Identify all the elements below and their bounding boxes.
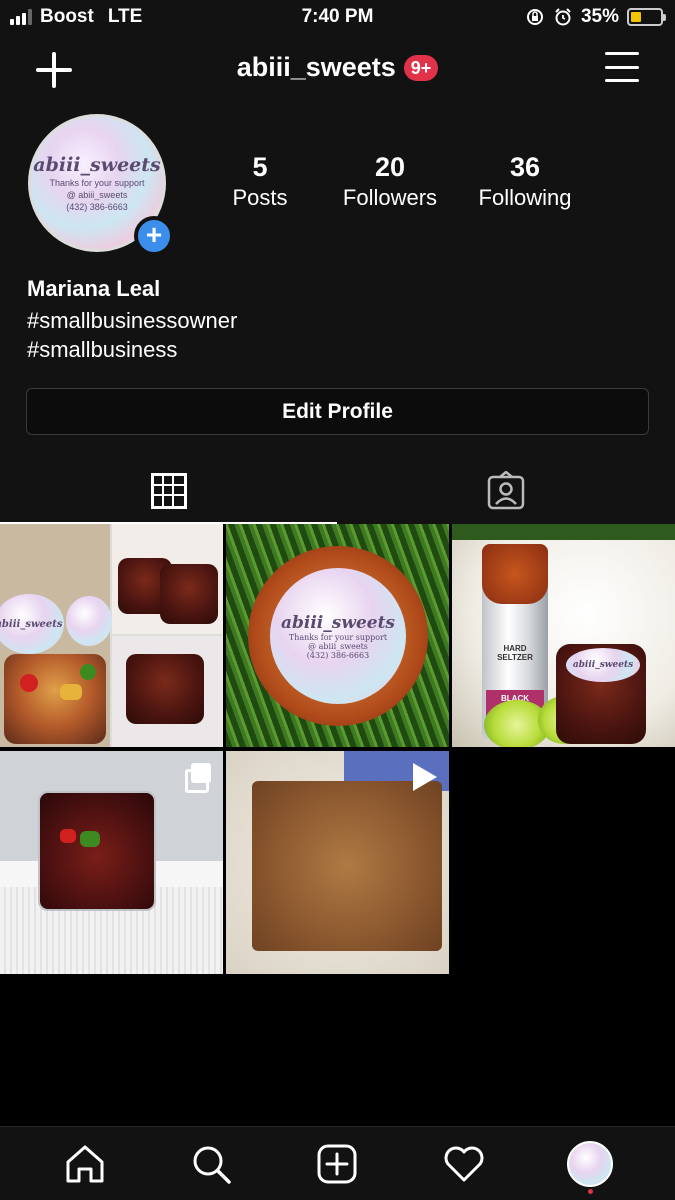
- tagged-person-icon: [487, 471, 524, 510]
- avatar-line: Thanks for your support: [49, 178, 145, 188]
- stat-following[interactable]: 36 Following: [470, 152, 580, 211]
- stat-label: Posts: [232, 185, 288, 210]
- activity-heart-icon: [444, 1146, 484, 1181]
- sticker-line: @ abiii_sweets: [308, 641, 368, 651]
- grid-icon: [150, 473, 187, 509]
- post-thumbnail[interactable]: abiii_sweets: [0, 524, 223, 747]
- bottom-navigation: [0, 1126, 675, 1200]
- battery-percent: 35%: [580, 6, 619, 27]
- add-story-plus-icon[interactable]: +: [134, 216, 174, 256]
- post-thumbnail[interactable]: abiii_sweets Thanks for your support @ a…: [226, 524, 449, 747]
- orientation-lock-icon: [526, 9, 543, 25]
- post-thumbnail[interactable]: HARD SELTZER BLACK CHERRY abiii_sweets: [452, 524, 675, 747]
- stat-posts[interactable]: 5 Posts: [205, 152, 315, 211]
- status-right: 35%: [525, 6, 666, 28]
- profile-avatar-wrap[interactable]: abiii_sweets Thanks for your support @ a…: [28, 114, 174, 256]
- search-icon: [193, 1146, 232, 1184]
- post-thumbnail[interactable]: [0, 751, 223, 974]
- notification-badge: 9+: [403, 54, 439, 81]
- posts-grid: abiii_sweets abiii_sweets Thanks for you…: [0, 524, 675, 974]
- username-title: abiii_sweets: [236, 52, 396, 82]
- nav-profile[interactable]: [555, 1134, 625, 1194]
- cup-sticker: abiii_sweets Thanks for your support @ a…: [270, 568, 406, 704]
- stat-value: 5: [252, 152, 268, 182]
- stat-label: Following: [478, 185, 572, 210]
- profile-avatar-small: [566, 1140, 613, 1187]
- post-thumbnail[interactable]: [226, 751, 449, 974]
- status-bar: Boost LTE 7:40 PM 35%: [0, 0, 675, 36]
- stat-value: 20: [374, 152, 406, 182]
- can-label: HARD SELTZER: [497, 644, 533, 662]
- carousel-multiple-icon: [185, 763, 211, 793]
- glitter-tray: [252, 781, 442, 951]
- bio-hashtag[interactable]: #smallbusiness: [27, 335, 237, 364]
- profile-header: abiii_sweets 9+: [0, 36, 675, 104]
- cup-sticker: [66, 596, 112, 646]
- account-switcher[interactable]: abiii_sweets 9+: [0, 52, 675, 83]
- sticker-logo-text: abiii_sweets: [280, 612, 396, 633]
- avatar-line: (432) 386-6663: [66, 202, 128, 212]
- alarm-icon: [555, 8, 571, 26]
- bio-hashtag[interactable]: #smallbusinessowner: [27, 306, 237, 335]
- new-post-icon: [317, 1144, 357, 1183]
- nav-new-post[interactable]: [302, 1134, 372, 1194]
- nav-search[interactable]: [176, 1134, 246, 1194]
- tab-grid[interactable]: [0, 458, 337, 524]
- cup-sticker: abiii_sweets: [566, 648, 640, 682]
- profile-bio: Mariana Leal #smallbusinessowner #smallb…: [27, 276, 237, 364]
- nav-activity[interactable]: [429, 1134, 499, 1194]
- sticker-line: Thanks for your support: [288, 632, 388, 642]
- video-play-icon: [413, 763, 437, 791]
- profile-section: abiii_sweets Thanks for your support @ a…: [0, 104, 675, 524]
- sticker-line: (432) 386-6663: [306, 650, 370, 660]
- avatar-line: @ abiii_sweets: [66, 190, 128, 200]
- profile-name: Mariana Leal: [27, 276, 161, 301]
- tab-tagged[interactable]: [337, 458, 674, 524]
- stat-value: 36: [509, 152, 541, 182]
- stat-label: Followers: [342, 185, 438, 210]
- edit-profile-button[interactable]: Edit Profile: [26, 388, 649, 435]
- battery-icon: [627, 8, 666, 26]
- menu-icon[interactable]: [605, 52, 639, 82]
- nav-home[interactable]: [50, 1134, 120, 1194]
- notification-dot: [587, 1188, 593, 1194]
- profile-tabs: [0, 458, 675, 524]
- profile-stats: 5 Posts 20 Followers 36 Following: [205, 152, 665, 211]
- home-icon: [66, 1145, 104, 1182]
- avatar-logo-text: abiii_sweets: [33, 154, 161, 176]
- stat-followers[interactable]: 20 Followers: [315, 152, 465, 211]
